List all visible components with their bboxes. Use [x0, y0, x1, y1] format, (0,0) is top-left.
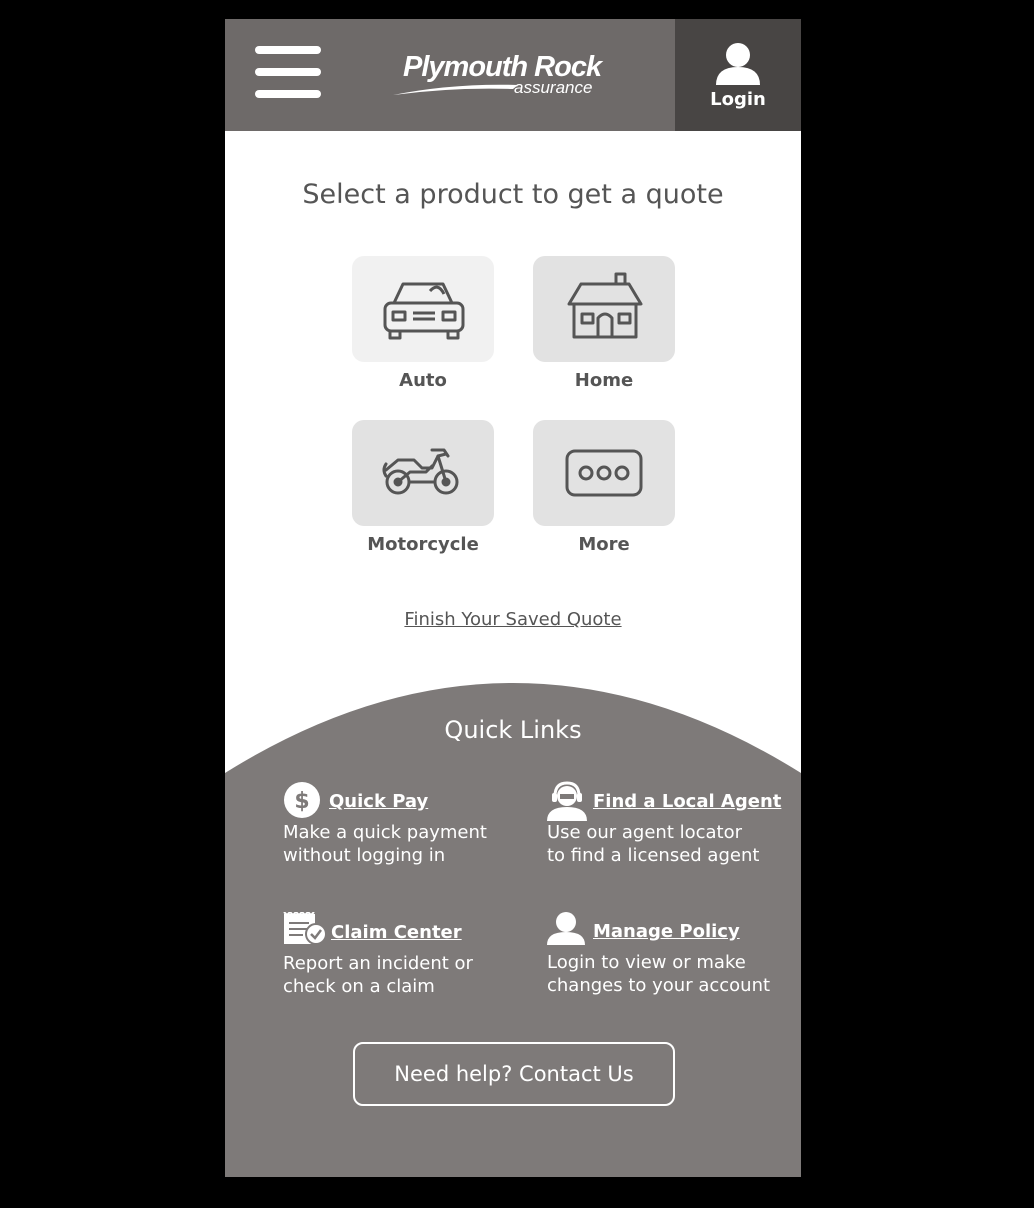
product-label: Home	[574, 370, 634, 391]
quick-link-find-agent: Find a Local Agent Use our agent locator…	[547, 781, 781, 867]
user-icon	[716, 43, 760, 85]
more-icon	[565, 449, 643, 497]
quick-pay-desc-line2: without logging in	[283, 845, 446, 866]
product-more[interactable]: More	[533, 420, 675, 555]
manage-policy-link[interactable]: Manage Policy	[593, 921, 740, 942]
logo-swoosh-icon	[393, 84, 518, 95]
product-motorcycle[interactable]: Motorcycle	[352, 420, 494, 555]
page-title: Select a product to get a quote	[302, 179, 724, 210]
find-local-agent-link[interactable]: Find a Local Agent	[593, 791, 781, 812]
quick-pay-desc-line1: Make a quick payment	[283, 822, 487, 843]
app-header: Plymouth Rock assurance Login	[225, 19, 801, 131]
contact-us-button[interactable]: Need help? Contact Us	[353, 1042, 675, 1106]
product-auto[interactable]: Auto	[352, 256, 494, 391]
mobile-app-screen: Plymouth Rock assurance Login Select a p…	[225, 19, 801, 1177]
login-button[interactable]: Login	[675, 19, 801, 131]
manage-policy-desc-line2: changes to your account	[547, 975, 771, 996]
product-tile[interactable]	[533, 420, 675, 526]
product-tile[interactable]	[352, 420, 494, 526]
quick-link-quick-pay: $ Quick Pay Make a quick payment without…	[283, 781, 487, 867]
product-label: Motorcycle	[367, 534, 479, 555]
quick-link-manage-policy: Manage Policy Login to view or make chan…	[547, 911, 770, 997]
product-tile[interactable]	[352, 256, 494, 362]
login-label: Login	[710, 89, 766, 110]
finish-saved-quote-label[interactable]: Finish Your Saved Quote	[404, 609, 621, 630]
find-agent-desc-line2: to find a licensed agent	[547, 845, 760, 866]
claim-center-link[interactable]: Claim Center	[331, 922, 462, 943]
user-icon	[547, 912, 585, 945]
dollar-icon: $	[284, 782, 320, 818]
motorcycle-icon	[382, 448, 459, 495]
manage-policy-desc-line1: Login to view or make	[547, 952, 746, 973]
product-tile[interactable]	[533, 256, 675, 362]
plymouth-rock-logo[interactable]: Plymouth Rock assurance	[393, 51, 615, 101]
claim-center-desc-line2: check on a claim	[283, 976, 435, 997]
quick-links-title: Quick Links	[444, 716, 582, 744]
claim-center-desc-line1: Report an incident or	[283, 953, 473, 974]
claim-document-icon	[283, 912, 327, 945]
finish-saved-quote-link[interactable]: Finish Your Saved Quote	[225, 609, 801, 630]
house-icon	[567, 272, 643, 339]
car-icon	[383, 282, 465, 340]
svg-text:$: $	[294, 789, 309, 814]
product-label: Auto	[399, 370, 447, 391]
agent-headset-icon	[547, 781, 587, 821]
product-home[interactable]: Home	[533, 256, 675, 391]
hamburger-menu-icon[interactable]	[255, 46, 321, 98]
quick-pay-link[interactable]: Quick Pay	[329, 791, 428, 812]
quick-link-claim-center: Claim Center Report an incident or check…	[283, 912, 473, 998]
find-agent-desc-line1: Use our agent locator	[547, 822, 743, 843]
product-label: More	[578, 534, 630, 555]
logo-tagline-text: assurance	[514, 78, 593, 97]
